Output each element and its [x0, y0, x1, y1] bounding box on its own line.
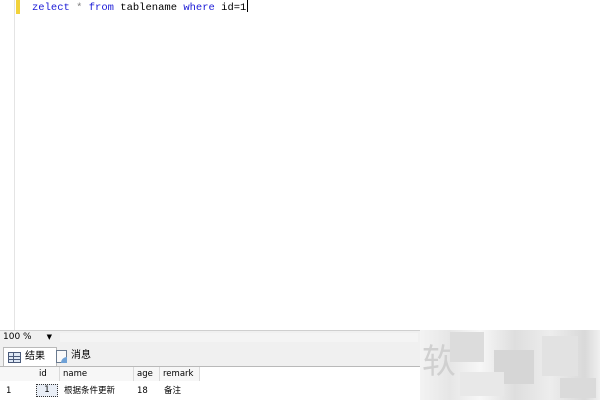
blurred-watermark: 软 [420, 330, 600, 400]
results-tabs: 结果 消息 [0, 344, 420, 367]
tab-messages-label: 消息 [71, 350, 91, 361]
row-number: 1 [6, 386, 12, 396]
table-row[interactable]: 1 1 根据条件更新 18 备注 [0, 383, 200, 399]
line-change-marker [16, 0, 20, 14]
blur-block [560, 378, 596, 398]
cell-age[interactable]: 18 [137, 384, 148, 398]
column-header-id[interactable]: id [36, 367, 60, 381]
keyword-where: where [183, 2, 215, 14]
blur-block [460, 372, 504, 396]
zoom-value: 100 % [3, 332, 32, 342]
blur-block [542, 336, 578, 376]
grid-header: id name age remark [0, 367, 200, 381]
column-header-remark[interactable]: remark [160, 367, 200, 381]
code-line[interactable]: zelect * from tablename where id=1 [32, 0, 249, 14]
cell-name[interactable]: 根据条件更新 [64, 384, 115, 398]
operator-star: * [76, 2, 83, 14]
grid-icon [8, 351, 21, 363]
cell-remark[interactable]: 备注 [164, 384, 181, 398]
tab-results[interactable]: 结果 [3, 347, 57, 366]
results-grid[interactable]: id name age remark 1 1 根据条件更新 18 备注 [0, 367, 420, 400]
table-name: tablename [120, 2, 177, 14]
tab-results-label: 结果 [25, 351, 45, 362]
blur-block [450, 332, 484, 362]
column-header-age[interactable]: age [134, 367, 160, 381]
results-panel: 结果 消息 id name age remark 1 1 根据条件更新 18 备… [0, 344, 420, 400]
keyword-select: zelect [32, 2, 70, 14]
keyword-from: from [88, 2, 114, 14]
zoom-bar: 100 % ▼ [0, 330, 420, 344]
tab-messages[interactable]: 消息 [52, 347, 106, 365]
message-icon [56, 349, 67, 363]
sql-editor[interactable]: zelect * from tablename where id=1 [0, 0, 600, 330]
cell-id[interactable]: 1 [36, 384, 58, 397]
zoom-select[interactable]: 100 % ▼ [2, 332, 52, 343]
where-condition: id=1 [221, 2, 247, 14]
chevron-down-icon[interactable]: ▼ [47, 332, 52, 343]
text-caret [247, 0, 249, 12]
column-header-name[interactable]: name [60, 367, 134, 381]
horizontal-scrollbar[interactable] [60, 333, 418, 342]
editor-gutter [0, 0, 15, 330]
